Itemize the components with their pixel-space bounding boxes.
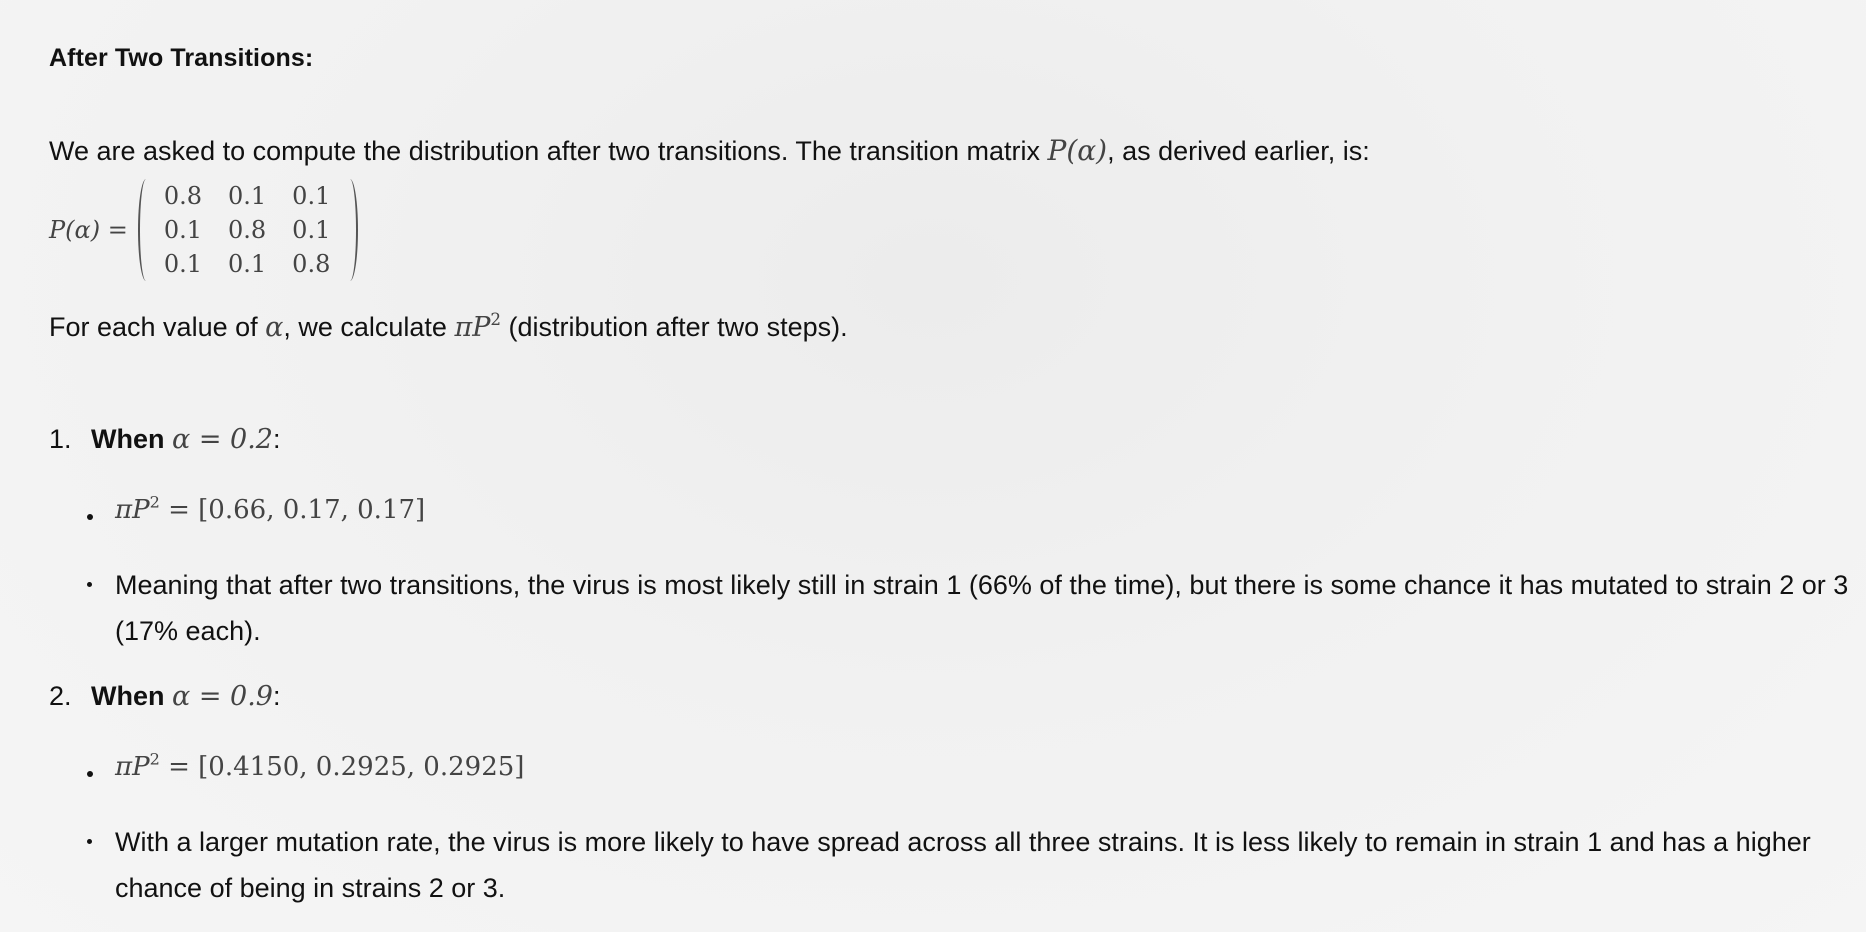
exponent: 2: [490, 309, 502, 330]
matrix-cell: 0.8: [292, 250, 331, 278]
case-label: When: [91, 424, 165, 454]
intro-text-before: We are asked to compute the distribution…: [49, 136, 1048, 166]
matrix-cell: 0.8: [228, 216, 267, 244]
matrix-cell: 0.1: [163, 216, 202, 244]
pi-symbol: π: [115, 752, 133, 782]
transition-matrix: 0.8 0.1 0.1 0.1 0.8 0.1 0.1 0.1 0.8: [137, 179, 359, 281]
bullet-dot: [87, 582, 92, 587]
case-1-result-bullet: πP2 = [0.66, 0.17, 0.17]: [87, 490, 1835, 530]
matrix-cell: 0.1: [228, 182, 267, 210]
case-colon: :: [272, 681, 281, 711]
document-body: After Two Transitions: We are asked to c…: [49, 0, 1848, 932]
step-paragraph: For each value of α, we calculate πP2 (d…: [49, 304, 848, 351]
case-condition: α = 0.9: [172, 681, 273, 712]
case-1-explanation-bullet: Meaning that after two transitions, the …: [87, 562, 1855, 654]
case-item-2: 2. When α = 0.9:: [49, 681, 281, 712]
matrix-row: 0.8 0.1 0.1: [152, 179, 345, 213]
case-2-result: πP2 = [0.4150, 0.2925, 0.2925]: [115, 747, 1835, 787]
case-item-1: 1. When α = 0.2:: [49, 424, 281, 455]
right-paren: [342, 179, 359, 281]
p-symbol: P: [132, 495, 150, 525]
case-label: When: [91, 681, 165, 711]
case-2-result-bullet: πP2 = [0.4150, 0.2925, 0.2925]: [87, 747, 1835, 787]
case-colon: :: [272, 424, 281, 454]
p-symbol: P: [472, 312, 491, 343]
exponent: 2: [149, 749, 160, 769]
matrix-cell: 0.1: [163, 250, 202, 278]
pi-symbol: π: [454, 312, 473, 343]
case-2-explanation-bullet: With a larger mutation rate, the virus i…: [87, 819, 1855, 911]
result-vector: = [0.4150, 0.2925, 0.2925]: [159, 752, 525, 782]
exponent: 2: [149, 492, 160, 512]
case-condition: α = 0.2: [172, 424, 273, 455]
result-vector: = [0.66, 0.17, 0.17]: [159, 495, 426, 525]
intro-text-after: , as derived earlier, is:: [1107, 136, 1370, 166]
case-1-explanation: Meaning that after two transitions, the …: [115, 570, 1849, 646]
alpha-symbol: α: [265, 312, 284, 343]
case-number: 2.: [49, 681, 72, 711]
intro-paragraph: We are asked to compute the distribution…: [49, 128, 1370, 174]
matrix-cell: 0.1: [228, 250, 267, 278]
intro-math: P(α): [1047, 134, 1108, 167]
matrix-cell: 0.1: [292, 182, 331, 210]
left-paren: [137, 179, 154, 281]
step-text-mid: , we calculate: [283, 312, 455, 342]
bullet-dot: [87, 839, 92, 844]
matrix-cell: 0.1: [292, 216, 331, 244]
transition-matrix-equation: P(α) = 0.8 0.1 0.1 0.1 0.8 0.1 0.1 0.1 0…: [49, 178, 359, 282]
pi-symbol: π: [115, 495, 133, 525]
bullet-dot: [87, 771, 93, 777]
step-text-after: (distribution after two steps).: [501, 312, 848, 342]
matrix-row: 0.1 0.8 0.1: [152, 213, 345, 247]
step-text-before: For each value of: [49, 312, 266, 342]
p-symbol: P: [132, 752, 150, 782]
matrix-cell: 0.8: [163, 182, 202, 210]
case-2-explanation: With a larger mutation rate, the virus i…: [115, 827, 1811, 903]
matrix-row: 0.1 0.1 0.8: [152, 247, 345, 281]
case-number: 1.: [49, 424, 72, 454]
case-1-result: πP2 = [0.66, 0.17, 0.17]: [115, 490, 1835, 530]
matrix-table: 0.8 0.1 0.1 0.1 0.8 0.1 0.1 0.1 0.8: [152, 179, 345, 281]
section-heading: After Two Transitions:: [49, 44, 314, 72]
matrix-lhs: P(α) =: [49, 216, 128, 244]
bullet-dot: [87, 514, 93, 520]
